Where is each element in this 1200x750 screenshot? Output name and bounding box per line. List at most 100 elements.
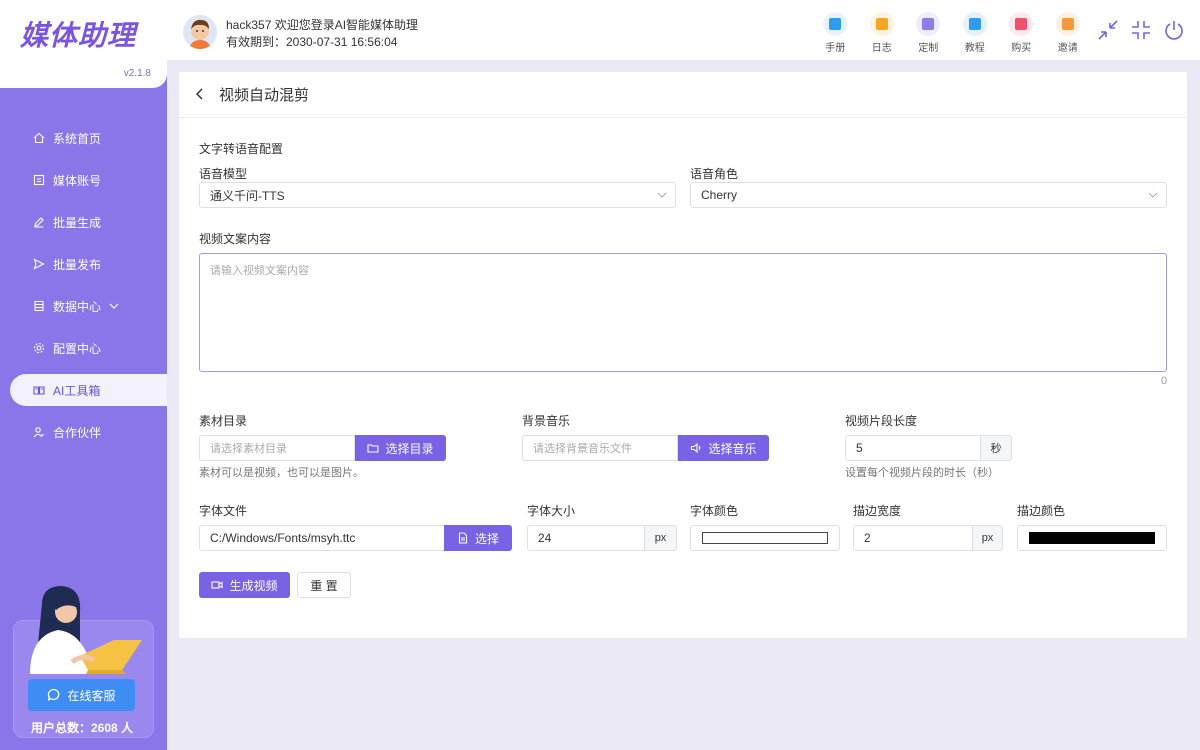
stroke-width-value: 2 [864, 531, 871, 545]
sidebar-item-home[interactable]: 系统首页 [0, 117, 167, 159]
select-font-button[interactable]: 选择 [444, 525, 512, 551]
tool-label: 日志 [871, 43, 892, 54]
content-counter: 0 [1161, 375, 1168, 387]
purchase-button[interactable]: 购买 [998, 12, 1045, 54]
voice-role-value: Cherry [701, 188, 738, 202]
chevron-down-icon [1148, 192, 1158, 198]
stroke-width-unit: px [972, 525, 1003, 551]
generate-video-label: 生成视频 [229, 578, 278, 593]
main-card: 视频自动混剪 文字转语音配置 语音模型 通义千问-TTS 语音角色 Cherry… [179, 72, 1187, 638]
tool-label: 教程 [964, 43, 985, 54]
stroke-color-label: 描边颜色 [1017, 504, 1066, 518]
select-music-button[interactable]: 选择音乐 [678, 435, 769, 461]
restore-icon[interactable] [1128, 17, 1154, 43]
app-logo: 媒体助理 [20, 20, 137, 51]
sidebar-item-partners[interactable]: 合作伙伴 [0, 411, 167, 453]
manual-button[interactable]: 手册 [812, 12, 859, 54]
online-support-button[interactable]: 在线客服 [28, 679, 135, 711]
log-button[interactable]: 日志 [859, 12, 906, 54]
stroke-color-picker[interactable] [1017, 525, 1167, 551]
voice-model-select[interactable]: 通义千问-TTS [199, 182, 676, 208]
select-directory-label: 选择目录 [385, 441, 434, 456]
sidebar-item-label: 配置中心 [53, 341, 102, 356]
edit-icon [33, 216, 45, 228]
stroke-width-unit-label: px [981, 532, 994, 544]
sidebar-item-data-center[interactable]: 数据中心 [0, 285, 167, 327]
sidebar-item-config-center[interactable]: 配置中心 [0, 327, 167, 369]
power-icon[interactable] [1161, 17, 1187, 43]
sidebar-item-label: 媒体账号 [53, 173, 102, 188]
support-illustration [30, 586, 142, 674]
material-input[interactable]: 请选择素材目录 [199, 435, 355, 461]
font-size-input[interactable]: 24 [527, 525, 645, 551]
segment-length-input[interactable]: 5 [845, 435, 981, 461]
user-total: 用户总数：2608 人 [31, 721, 134, 735]
voice-model-label: 语音模型 [199, 167, 248, 181]
select-directory-button[interactable]: 选择目录 [355, 435, 446, 461]
font-color-picker[interactable] [690, 525, 840, 551]
minimize-icon[interactable] [1095, 17, 1121, 43]
reset-button[interactable]: 重 置 [297, 572, 351, 598]
content-textarea[interactable]: 请输入视频文案内容 [199, 253, 1167, 372]
expiry-text: 有效期到：2030-07-31 16:56:04 [226, 35, 398, 49]
font-file-label: 字体文件 [199, 504, 248, 518]
stroke-width-input[interactable]: 2 [853, 525, 973, 551]
voice-role-select[interactable]: Cherry [690, 182, 1167, 208]
manual-icon [823, 12, 848, 36]
logo-area: 媒体助理 v2.1.8 [0, 0, 167, 88]
sidebar-item-label: 合作伙伴 [53, 425, 102, 440]
content-placeholder: 请输入视频文案内容 [210, 265, 309, 277]
avatar[interactable] [183, 15, 217, 49]
font-size-unit: px [644, 525, 677, 551]
tutorial-icon [962, 12, 987, 36]
invite-button[interactable]: 邀请 [1045, 12, 1092, 54]
sidebar-item-label: AI工具箱 [53, 383, 101, 398]
tutorial-button[interactable]: 教程 [952, 12, 999, 54]
home-icon [33, 132, 45, 144]
account-icon [33, 174, 45, 186]
chevron-down-icon [657, 192, 667, 198]
generate-video-button[interactable]: 生成视频 [199, 572, 290, 598]
file-icon [458, 532, 468, 544]
font-file-input[interactable]: C:/Windows/Fonts/msyh.ttc [199, 525, 445, 551]
settings-icon [33, 342, 45, 354]
chat-icon [48, 688, 60, 701]
sidebar-item-label: 批量发布 [53, 257, 102, 272]
font-color-swatch [702, 532, 828, 544]
customize-icon [916, 12, 941, 36]
data-icon [33, 300, 45, 312]
welcome-text: hack357 欢迎您登录AI智能媒体助理 [226, 18, 419, 32]
tool-label: 邀请 [1057, 43, 1078, 54]
toolbox-icon [33, 384, 45, 396]
select-font-label: 选择 [474, 531, 499, 546]
sidebar-item-accounts[interactable]: 媒体账号 [0, 159, 167, 201]
music-input[interactable]: 请选择背景音乐文件 [522, 435, 678, 461]
tool-label: 购买 [1011, 43, 1032, 54]
segment-unit: 秒 [980, 435, 1012, 461]
sidebar: 媒体助理 v2.1.8 系统首页 媒体账号 批量生成 批量发布 数据中心 配置中… [0, 0, 167, 750]
support-button-label: 在线客服 [67, 688, 116, 703]
font-file-value: C:/Windows/Fonts/msyh.ttc [210, 531, 356, 545]
material-placeholder: 请选择素材目录 [210, 443, 287, 455]
customize-button[interactable]: 定制 [905, 12, 952, 54]
tool-label: 手册 [825, 43, 846, 54]
back-icon[interactable] [195, 87, 205, 103]
tool-label: 定制 [918, 43, 939, 54]
sidebar-item-ai-toolbox[interactable]: AI工具箱 [10, 374, 167, 406]
music-label: 背景音乐 [522, 414, 571, 428]
folder-icon [367, 444, 380, 453]
purchase-icon [1009, 12, 1034, 36]
top-header: hack357 欢迎您登录AI智能媒体助理 有效期到：2030-07-31 16… [167, 0, 1200, 60]
sidebar-item-batch-generate[interactable]: 批量生成 [0, 201, 167, 243]
select-music-label: 选择音乐 [708, 441, 757, 456]
music-placeholder: 请选择背景音乐文件 [533, 443, 632, 455]
page-header: 视频自动混剪 [179, 72, 1187, 118]
reset-label: 重 置 [310, 578, 338, 593]
sidebar-nav: 系统首页 媒体账号 批量生成 批量发布 数据中心 配置中心 AI工具箱 合作伙伴 [0, 117, 167, 453]
app-version: v2.1.8 [123, 68, 151, 79]
send-icon [33, 258, 45, 270]
material-hint: 素材可以是视频，也可以是图片。 [199, 467, 364, 479]
partner-icon [33, 426, 45, 438]
segment-label: 视频片段长度 [845, 414, 918, 428]
sidebar-item-batch-publish[interactable]: 批量发布 [0, 243, 167, 285]
